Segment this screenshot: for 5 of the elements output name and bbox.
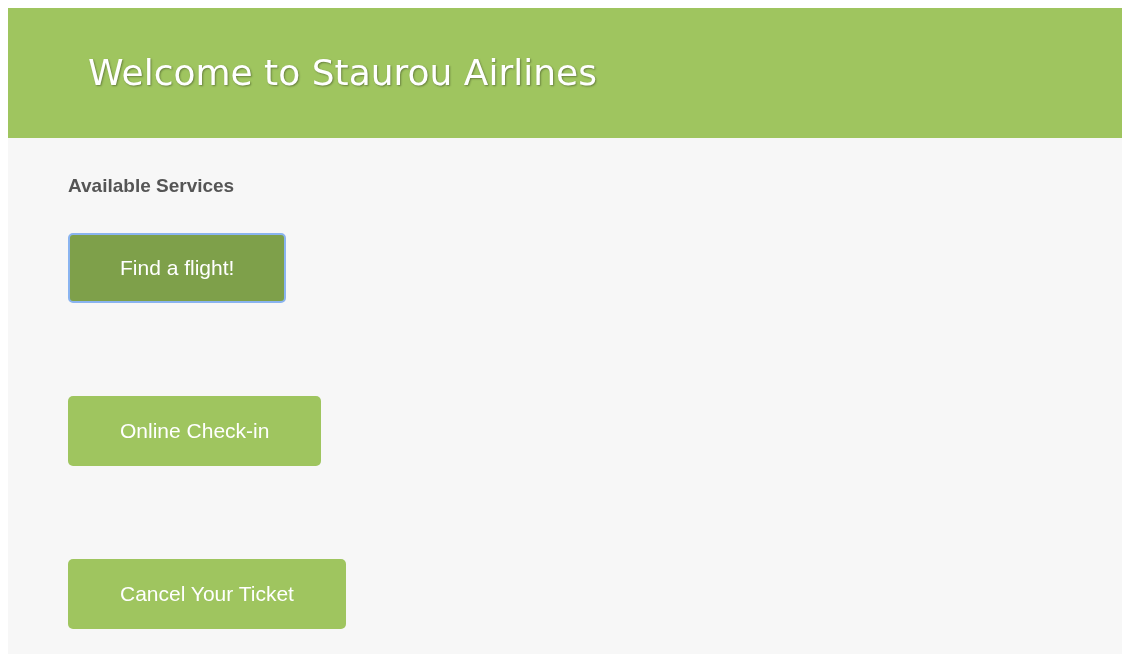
service-button[interactable]: Find a flight! xyxy=(68,232,287,303)
page-title: Welcome to Staurou Airlines xyxy=(88,51,597,95)
service-button[interactable]: Online Check-in xyxy=(68,395,322,466)
service-button[interactable]: Cancel Your Ticket xyxy=(68,558,346,629)
section-heading: Available Services xyxy=(68,174,235,198)
